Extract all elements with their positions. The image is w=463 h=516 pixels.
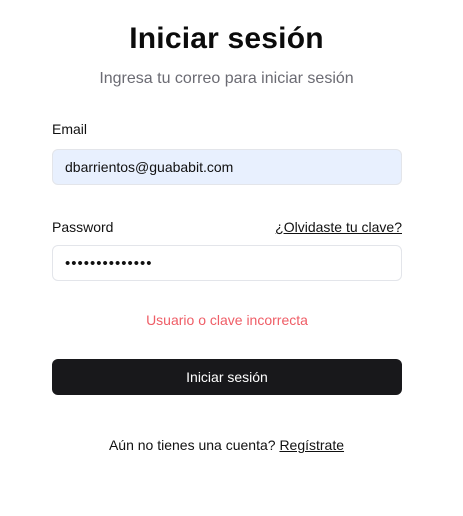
forgot-password-link[interactable]: ¿Olvidaste tu clave? [275,219,402,235]
error-message: Usuario o clave incorrecta [146,312,308,328]
signup-row: Aún no tienes una cuenta? Regístrate [0,437,453,453]
password-input[interactable] [52,245,402,281]
login-button[interactable]: Iniciar sesión [52,359,402,395]
password-label: Password [52,219,114,235]
email-input[interactable] [52,149,402,185]
email-label: Email [52,121,88,137]
signup-link[interactable]: Regístrate [279,437,344,453]
page-title: Iniciar sesión [129,22,324,55]
page-subtitle: Ingresa tu correo para iniciar sesión [99,70,354,87]
signup-prompt: Aún no tienes una cuenta? [108,437,280,453]
